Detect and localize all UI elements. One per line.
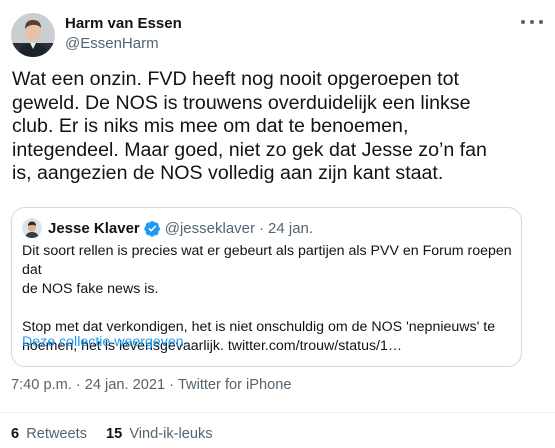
quoted-tweet-header: Jesse Klaver @jesseklaver · 24 jan.: [22, 218, 313, 238]
quoted-tweet[interactable]: Jesse Klaver @jesseklaver · 24 jan. Dit …: [11, 207, 522, 367]
quoted-author-handle[interactable]: @jesseklaver: [165, 220, 255, 237]
quoted-date[interactable]: 24 jan.: [268, 220, 313, 237]
tweet-date[interactable]: 24 jan. 2021: [85, 377, 165, 393]
show-thread-link[interactable]: Deze collectie weergeven: [22, 334, 184, 350]
retweets-count: 6: [11, 426, 20, 442]
quoted-author-avatar[interactable]: [22, 218, 42, 238]
likes-count: 15: [106, 426, 123, 442]
quoted-author-name[interactable]: Jesse Klaver: [48, 220, 140, 237]
more-dots-icon[interactable]: [521, 15, 543, 29]
meta-separator: ·: [75, 377, 81, 393]
quoted-separator: ·: [259, 219, 265, 237]
likes-label: Vind-ik-leuks: [129, 426, 213, 442]
retweets-stat[interactable]: 6 Retweets: [11, 426, 87, 442]
divider: [0, 412, 555, 413]
tweet-header: Harm van Essen @EssenHarm: [11, 13, 545, 59]
tweet-source[interactable]: Twitter for iPhone: [178, 377, 292, 393]
tweet-meta: 7:40 p.m. · 24 jan. 2021 · Twitter for i…: [11, 377, 292, 393]
meta-separator: ·: [169, 377, 174, 393]
author-avatar[interactable]: [11, 13, 55, 57]
tweet-text: Wat een onzin. FVD heeft nog nooit opger…: [12, 68, 487, 185]
retweets-label: Retweets: [26, 426, 88, 442]
tweet-stats: 6 Retweets 15 Vind-ik-leuks: [11, 426, 232, 442]
tweet-time[interactable]: 7:40 p.m.: [11, 377, 72, 393]
author-display-name[interactable]: Harm van Essen: [65, 15, 182, 32]
verified-badge-icon: [144, 220, 160, 237]
author-handle[interactable]: @EssenHarm: [65, 35, 159, 52]
likes-stat[interactable]: 15 Vind-ik-leuks: [106, 426, 213, 442]
